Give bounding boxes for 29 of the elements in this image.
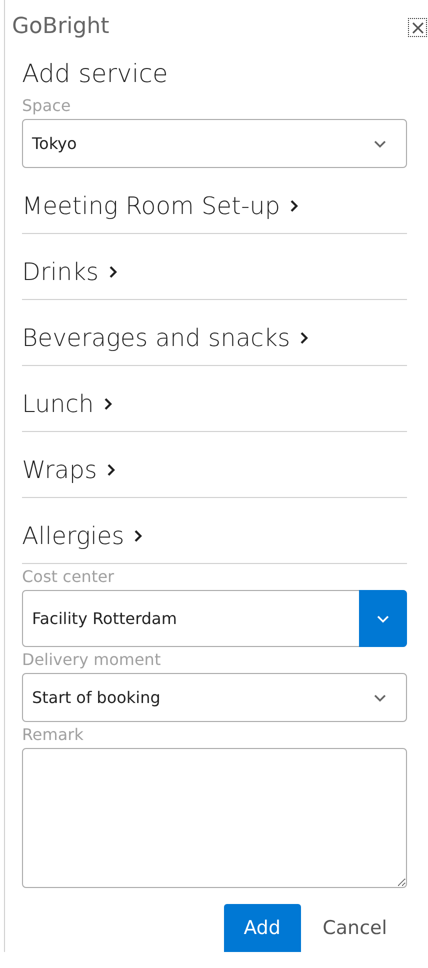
chevron-down-icon — [374, 694, 386, 702]
close-button[interactable] — [408, 18, 427, 37]
category-item[interactable]: Drinks — [22, 234, 407, 300]
category-item[interactable]: Meeting Room Set-up — [22, 168, 407, 234]
dropdown-button[interactable] — [359, 590, 407, 647]
category-item[interactable]: Lunch — [22, 366, 407, 432]
category-item[interactable]: Allergies — [22, 498, 407, 564]
field-label: Cost center — [22, 567, 116, 588]
field-label: Space — [22, 96, 72, 117]
chevron-down-icon — [374, 140, 386, 148]
chevron-right-icon — [290, 200, 298, 212]
chevron-right-icon — [300, 332, 308, 344]
chevron-right-icon — [134, 530, 142, 542]
category-item[interactable]: Beverages and snacks — [22, 300, 407, 366]
dialog-heading: Add service — [22, 59, 169, 90]
app-title: GoBright — [12, 14, 110, 39]
category-item[interactable]: Wraps — [22, 432, 407, 498]
remark-field[interactable] — [22, 748, 407, 888]
cost-center-dropdown[interactable]: Facility Rotterdam — [22, 590, 407, 647]
chevron-right-icon — [108, 266, 117, 278]
chevron-right-icon — [104, 398, 112, 410]
cancel-button[interactable]: Cancel — [322, 904, 387, 952]
field-label: Delivery moment — [22, 650, 162, 671]
field-label: Remark — [22, 725, 84, 746]
space-dropdown[interactable]: Tokyo — [22, 119, 407, 168]
chevron-down-icon — [377, 614, 389, 622]
dropdown[interactable]: Start of booking — [22, 673, 407, 722]
add-button[interactable]: Add — [224, 904, 301, 952]
chevron-right-icon — [106, 464, 115, 476]
